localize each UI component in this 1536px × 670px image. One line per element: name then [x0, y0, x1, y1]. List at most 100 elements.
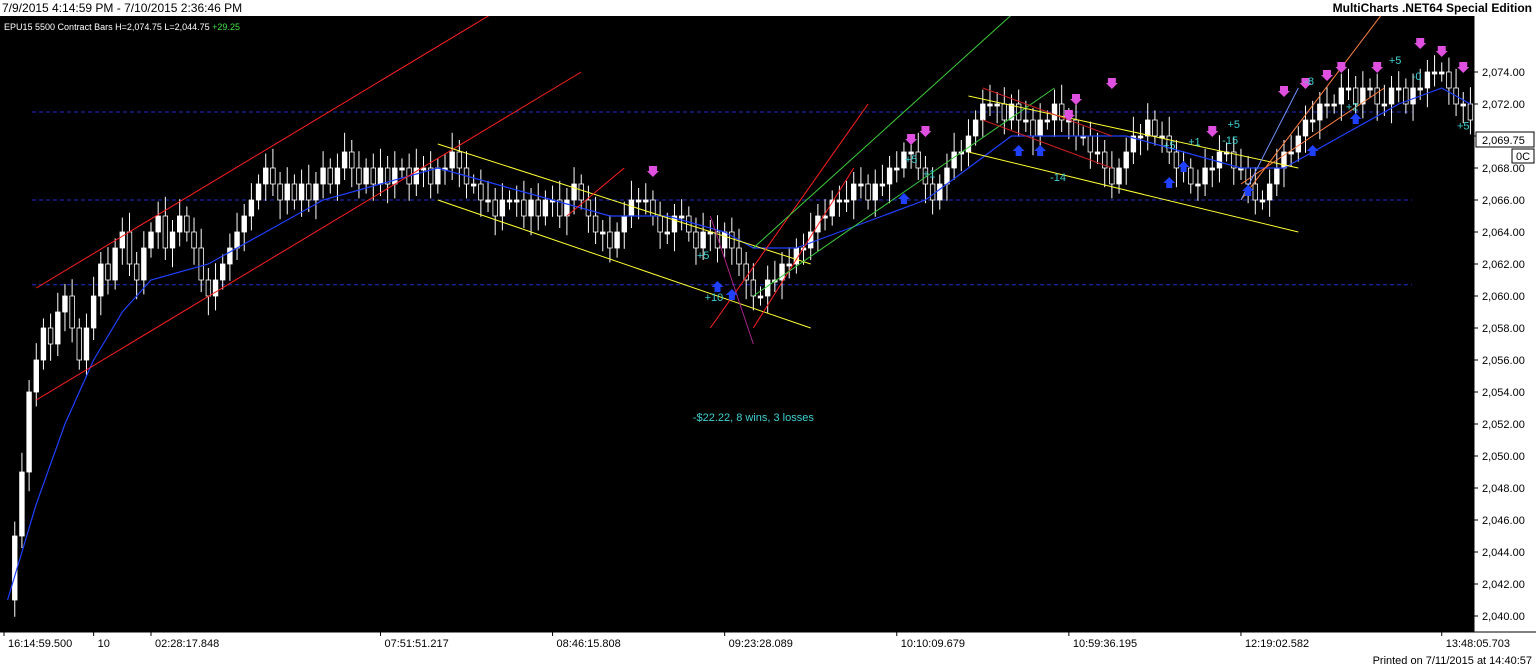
candle-up — [1431, 71, 1438, 75]
candle-down — [578, 183, 584, 201]
y-tick-label: 2,042.00 — [1482, 579, 1525, 591]
candle-down — [198, 247, 204, 281]
candle-down — [370, 167, 376, 185]
buy-arrow-icon — [1349, 113, 1362, 124]
candle-up — [169, 231, 176, 249]
candle-up — [1137, 135, 1144, 139]
sell-arrow-icon — [1435, 46, 1448, 57]
candle-down — [291, 183, 298, 201]
candle-up — [528, 199, 534, 217]
candle-up — [621, 215, 627, 233]
candle-up — [506, 199, 513, 203]
candle-up — [815, 215, 821, 233]
title-bar: 7/9/2015 4:14:59 PM - 7/10/2015 2:36:46 … — [0, 0, 1536, 16]
candle-down — [929, 183, 936, 201]
channel-line — [36, 71, 582, 401]
candle-up — [843, 199, 850, 203]
sell-arrow-icon — [1105, 78, 1118, 89]
candle-up — [879, 183, 886, 187]
sell-arrow-icon — [1335, 62, 1348, 73]
candle-up — [987, 103, 993, 107]
candle-up — [176, 215, 183, 233]
candle-down — [1152, 119, 1158, 137]
candle-up — [894, 167, 900, 171]
candle-up — [83, 327, 90, 361]
candle-up — [764, 279, 771, 297]
candle-up — [643, 199, 649, 203]
candle-up — [1202, 167, 1208, 185]
candle-up — [628, 199, 635, 217]
trade-label: +10 — [705, 292, 724, 304]
trade-label: +5 — [1163, 140, 1176, 152]
candle-up — [470, 183, 477, 187]
candle-up — [1266, 183, 1273, 201]
candle-up — [1388, 87, 1395, 105]
candle-up — [965, 135, 972, 153]
y-tick-label: 2,058.00 — [1482, 323, 1525, 335]
candle-up — [313, 183, 319, 201]
candle-up — [19, 471, 25, 537]
x-tick-label: 12:19:02.582 — [1245, 638, 1309, 650]
candle-down — [349, 151, 355, 169]
candle-up — [449, 151, 455, 169]
candle-down — [521, 199, 527, 217]
candle-down — [1030, 119, 1036, 137]
app-name: MultiCharts .NET64 Special Edition — [1332, 1, 1532, 15]
candle-up — [664, 231, 670, 235]
candle-down — [69, 295, 75, 329]
y-tick-label: 2,054.00 — [1482, 387, 1525, 399]
candle-up — [220, 263, 226, 281]
candle-up — [62, 295, 68, 313]
print-timestamp: Printed on 7/11/2015 at 14:40:57 — [1372, 655, 1532, 667]
candle-up — [363, 167, 369, 185]
buy-arrow-icon — [711, 281, 724, 292]
candle-up — [1094, 151, 1101, 155]
channel-line — [753, 87, 1055, 297]
candle-up — [1216, 151, 1223, 169]
trade-label: +5 — [1389, 55, 1402, 67]
candle-down — [184, 215, 190, 233]
y-tick-label: 2,048.00 — [1482, 483, 1525, 495]
candle-down — [456, 151, 463, 169]
candle-up — [951, 151, 957, 169]
x-tick-label: 08:46:15.808 — [557, 638, 621, 650]
candle-up — [1460, 103, 1466, 107]
candle-down — [1446, 71, 1452, 89]
candle-down — [657, 215, 663, 233]
trade-label: +2 — [1346, 101, 1359, 113]
candle-down — [478, 183, 484, 201]
sell-arrow-icon — [1070, 94, 1083, 105]
candle-down — [205, 279, 212, 297]
x-tick-label: 10:10:09.679 — [901, 638, 965, 650]
candle-up — [564, 199, 570, 217]
candle-down — [126, 231, 133, 265]
x-tick-label: 09:23:28.089 — [729, 638, 793, 650]
chart-area[interactable]: 2,040.00 2,042.00 2,044.00 2,046.00 2,048.00… — [0, 16, 1536, 654]
buy-arrow-icon — [1177, 161, 1190, 172]
y-tick-label: 2,044.00 — [1482, 547, 1525, 559]
y-tick-label: 2,056.00 — [1482, 355, 1525, 367]
candle-down — [1245, 167, 1251, 185]
x-tick-label: 10:59:36.195 — [1073, 638, 1137, 650]
candle-down — [327, 167, 333, 185]
candle-up — [1331, 103, 1337, 107]
candle-down — [592, 215, 599, 233]
candle-down — [76, 327, 82, 361]
candle-up — [1051, 103, 1058, 121]
price-chart[interactable]: 2,040.00 2,042.00 2,044.00 2,046.00 2,048.00… — [0, 16, 1536, 654]
candle-down — [162, 215, 169, 249]
y-tick-label: 2,062.00 — [1482, 259, 1525, 271]
candle-up — [851, 183, 857, 201]
candle-up — [227, 247, 233, 265]
candle-up — [1424, 71, 1431, 89]
candle-up — [1338, 87, 1345, 105]
sell-arrow-icon — [1321, 70, 1333, 81]
sell-arrow-icon — [1206, 126, 1219, 137]
candle-up — [1123, 151, 1129, 169]
candle-up — [155, 215, 161, 233]
y-tick-label: 2,050.00 — [1482, 451, 1525, 463]
candle-down — [865, 183, 871, 201]
candle-up — [1367, 87, 1373, 91]
candle-up — [435, 167, 441, 185]
candle-down — [270, 167, 276, 185]
